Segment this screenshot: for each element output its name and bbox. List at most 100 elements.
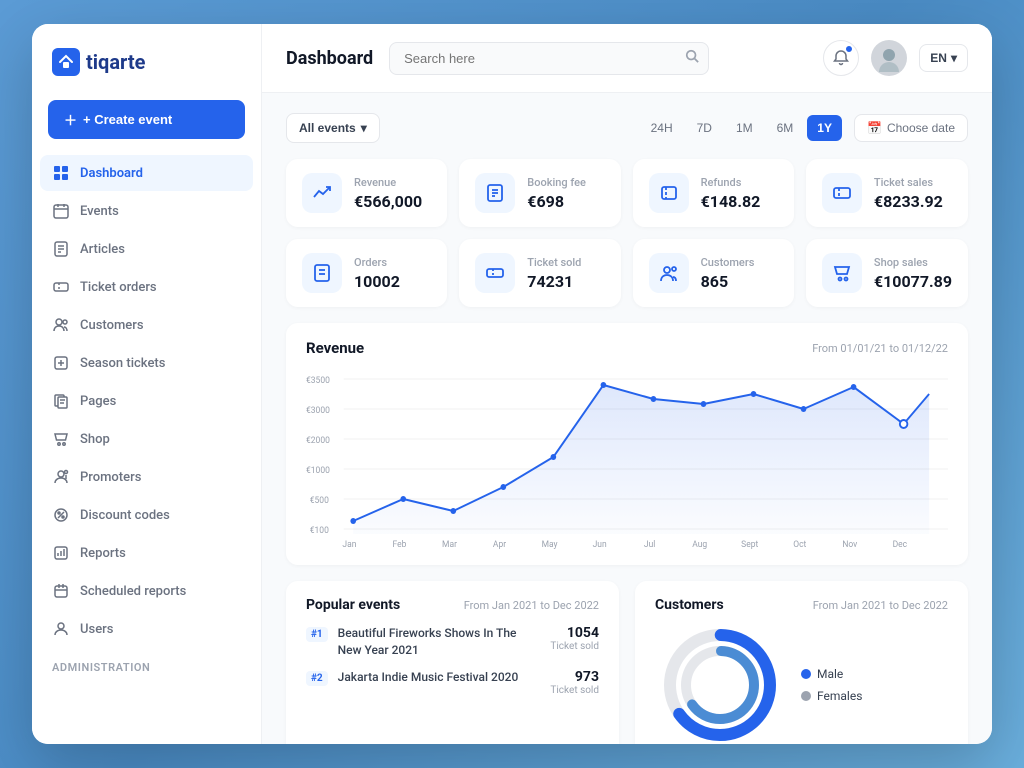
svg-text:€1000: €1000 (306, 466, 330, 476)
refunds-icon-wrap (649, 173, 689, 213)
sidebar-item-promoters[interactable]: Promoters (40, 459, 253, 495)
sidebar-item-discount-codes[interactable]: Discount codes (40, 497, 253, 533)
language-button[interactable]: EN ▾ (919, 44, 968, 72)
create-event-button[interactable]: ＋ + Create event (48, 100, 245, 139)
stat-card-booking-fee: Booking fee €698 (459, 159, 620, 227)
logo-icon (52, 48, 80, 76)
time-filters: 24H 7D 1M 6M 1Y 📅 Choose date (641, 114, 968, 142)
search-icon (685, 49, 699, 67)
sidebar-item-users[interactable]: Users (40, 611, 253, 647)
event-item-2: #2 Jakarta Indie Music Festival 2020 973… (306, 669, 599, 696)
stat-card-customers: Customers 865 (633, 239, 794, 307)
stat-info-refunds: Refunds €148.82 (701, 176, 778, 211)
time-1y[interactable]: 1Y (807, 115, 842, 141)
time-6m[interactable]: 6M (767, 115, 804, 141)
scheduled-icon (52, 582, 70, 600)
sidebar-item-dashboard[interactable]: Dashboard (40, 155, 253, 191)
search-input[interactable] (389, 42, 709, 75)
stat-value-refunds: €148.82 (701, 192, 778, 211)
sidebar-label-reports: Reports (80, 546, 126, 561)
sidebar-item-pages[interactable]: Pages (40, 383, 253, 419)
language-label: EN (930, 51, 947, 65)
sidebar-item-shop[interactable]: Shop (40, 421, 253, 457)
svg-text:€500: €500 (310, 496, 329, 506)
ticket-icon (52, 278, 70, 296)
avatar[interactable] (871, 40, 907, 76)
notification-dot (845, 45, 853, 53)
stat-value-shop-sales: €10077.89 (874, 272, 952, 291)
main-area: Dashboard EN (262, 24, 992, 744)
event-name-2: Jakarta Indie Music Festival 2020 (338, 669, 541, 686)
svg-text:€3500: €3500 (306, 376, 330, 386)
sidebar-label-promoters: Promoters (80, 470, 141, 485)
logo-text: tiqarte (86, 50, 145, 74)
svg-text:Aug: Aug (692, 540, 707, 549)
chart-date-range: From 01/01/21 to 01/12/22 (812, 342, 948, 355)
stats-grid: Revenue €566,000 Booking fee €698 (286, 159, 968, 307)
search-bar (389, 42, 709, 75)
chart-header: Revenue From 01/01/21 to 01/12/22 (306, 339, 948, 357)
stat-card-refunds: Refunds €148.82 (633, 159, 794, 227)
sidebar-label-pages: Pages (80, 394, 116, 409)
svg-text:Nov: Nov (842, 540, 858, 549)
sidebar-label-dashboard: Dashboard (80, 166, 143, 181)
stat-info-customers: Customers 865 (701, 256, 778, 291)
customers-donut: Male Females (655, 625, 948, 744)
popular-events-header: Popular events From Jan 2021 to Dec 2022 (306, 597, 599, 613)
sidebar-item-ticket-orders[interactable]: Ticket orders (40, 269, 253, 305)
sidebar-item-articles[interactable]: Articles (40, 231, 253, 267)
sidebar-item-events[interactable]: Events (40, 193, 253, 229)
stat-value-booking: €698 (527, 192, 604, 211)
sidebar-label-discount-codes: Discount codes (80, 508, 170, 523)
sidebar-label-scheduled-reports: Scheduled reports (80, 584, 186, 599)
event-count-2: 973 (550, 669, 599, 685)
time-1m[interactable]: 1M (726, 115, 763, 141)
svg-text:May: May (542, 540, 559, 549)
nav-section: Dashboard Events Articles (32, 155, 261, 744)
customers-panel: Customers From Jan 2021 to Dec 2022 (635, 581, 968, 744)
notification-button[interactable] (823, 40, 859, 76)
stat-label-booking: Booking fee (527, 176, 604, 189)
stat-label-orders: Orders (354, 256, 431, 269)
stat-card-ticket-sales: Ticket sales €8233.92 (806, 159, 968, 227)
discount-icon (52, 506, 70, 524)
stat-card-shop-sales: Shop sales €10077.89 (806, 239, 968, 307)
stat-info-booking: Booking fee €698 (527, 176, 604, 211)
svg-text:€3000: €3000 (306, 406, 330, 416)
sidebar-label-users: Users (80, 622, 113, 637)
stat-value-revenue: €566,000 (354, 192, 431, 211)
sidebar-item-reports[interactable]: Reports (40, 535, 253, 571)
event-tickets-1: 1054 Ticket sold (550, 625, 599, 652)
calendar-icon (52, 202, 70, 220)
sidebar-item-scheduled-reports[interactable]: Scheduled reports (40, 573, 253, 609)
pages-icon (52, 392, 70, 410)
ticket-sold-icon-wrap (475, 253, 515, 293)
grid-icon (52, 164, 70, 182)
svg-text:€100: €100 (310, 526, 329, 536)
popular-events-panel: Popular events From Jan 2021 to Dec 2022… (286, 581, 619, 744)
all-events-dropdown[interactable]: All events ▾ (286, 113, 380, 143)
stat-label-ticket-sold: Ticket sold (527, 256, 604, 269)
customers-stat-icon-wrap (649, 253, 689, 293)
sidebar-item-season-tickets[interactable]: Season tickets (40, 345, 253, 381)
revenue-icon-wrap (302, 173, 342, 213)
sidebar-item-customers[interactable]: Customers (40, 307, 253, 343)
all-events-label: All events (299, 121, 356, 135)
choose-date-button[interactable]: 📅 Choose date (854, 114, 968, 142)
stat-info-ticket-sold: Ticket sold 74231 (527, 256, 604, 291)
stat-info-revenue: Revenue €566,000 (354, 176, 431, 211)
svg-text:Jun: Jun (593, 540, 607, 549)
chart-title: Revenue (306, 339, 364, 357)
svg-text:Sept: Sept (741, 540, 758, 549)
chevron-down-icon: ▾ (951, 51, 957, 65)
create-event-plus: ＋ (64, 110, 77, 129)
stat-label-refunds: Refunds (701, 176, 778, 189)
male-dot (801, 669, 811, 679)
promoters-icon (52, 468, 70, 486)
time-24h[interactable]: 24H (641, 115, 683, 141)
sidebar-label-shop: Shop (80, 432, 110, 447)
stat-value-orders: 10002 (354, 272, 431, 291)
page-title: Dashboard (286, 48, 373, 69)
svg-text:Jul: Jul (644, 540, 655, 549)
time-7d[interactable]: 7D (687, 115, 722, 141)
